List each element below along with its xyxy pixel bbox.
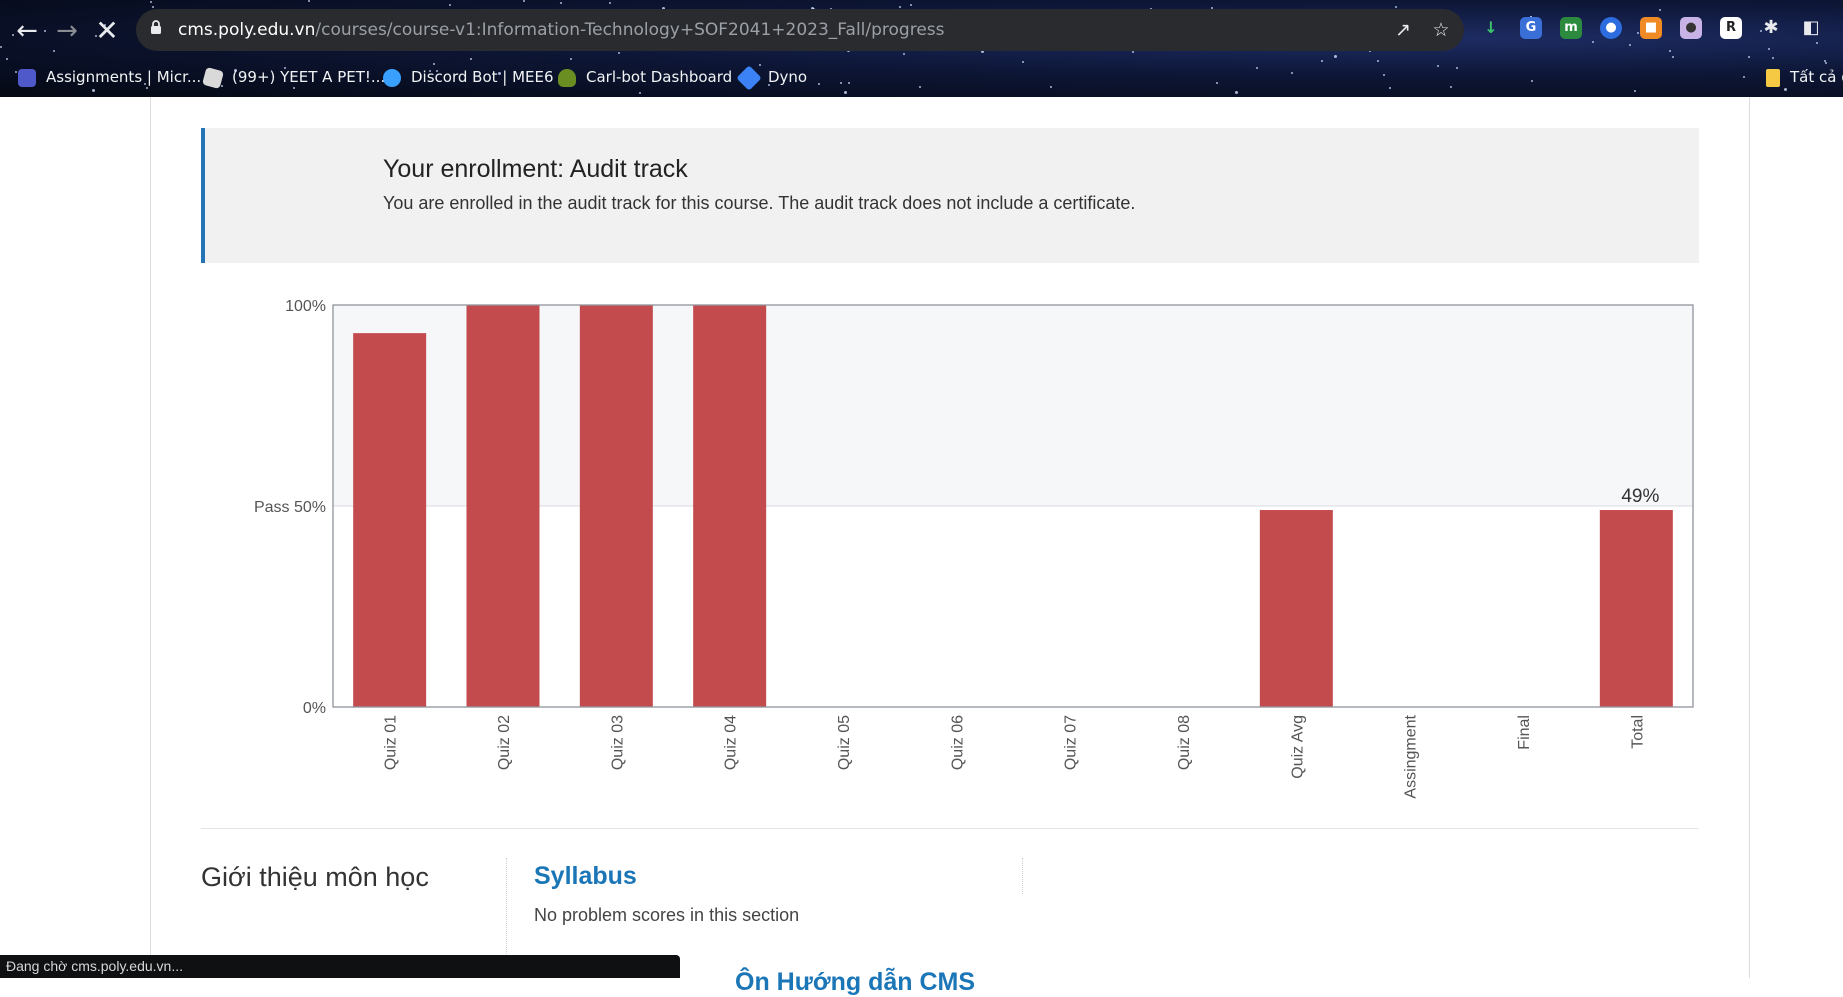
chart-bar — [1599, 510, 1673, 707]
x-tick-label: Quiz 03 — [609, 715, 626, 770]
subsection-link-syllabus[interactable]: Syllabus — [534, 862, 637, 891]
x-tick-label: Total — [1629, 715, 1646, 749]
next-subsection-link[interactable]: Ôn Hướng dẫn CMS — [735, 968, 975, 997]
y-tick-label: 0% — [303, 700, 326, 717]
x-tick-label: Quiz 04 — [723, 715, 740, 770]
x-tick-label: Quiz 05 — [836, 715, 853, 770]
chart-bar — [353, 333, 427, 707]
column-separator-right — [1022, 858, 1024, 894]
x-tick-label: Final — [1516, 715, 1533, 750]
chapter-title: Giới thiệu môn học — [201, 862, 429, 892]
section-divider — [201, 828, 1699, 829]
chart-bar — [1259, 510, 1333, 707]
y-tick-label: Pass 50% — [254, 499, 326, 516]
x-tick-label: Quiz 08 — [1176, 715, 1193, 770]
x-tick-label: Quiz 02 — [496, 715, 513, 770]
subsection-note: No problem scores in this section — [534, 905, 800, 925]
x-tick-label: Quiz Avg — [1289, 715, 1306, 779]
x-tick-label: Assingment — [1403, 714, 1420, 798]
x-tick-label: Quiz 01 — [383, 715, 400, 770]
x-tick-label: Quiz 07 — [1063, 715, 1080, 770]
data-label: 49% — [1621, 486, 1659, 507]
y-tick-label: 100% — [285, 298, 326, 315]
x-tick-label: Quiz 06 — [949, 715, 966, 770]
chart-bar — [693, 305, 767, 707]
chart-bar — [579, 305, 653, 707]
status-bar: Đang chờ cms.poly.edu.vn... — [0, 955, 680, 978]
chart-bar — [466, 305, 540, 707]
grade-progress-chart: Quiz 01 Quiz 02 Quiz 03 Quiz 04 Quiz 05 Quiz … — [254, 298, 1694, 799]
